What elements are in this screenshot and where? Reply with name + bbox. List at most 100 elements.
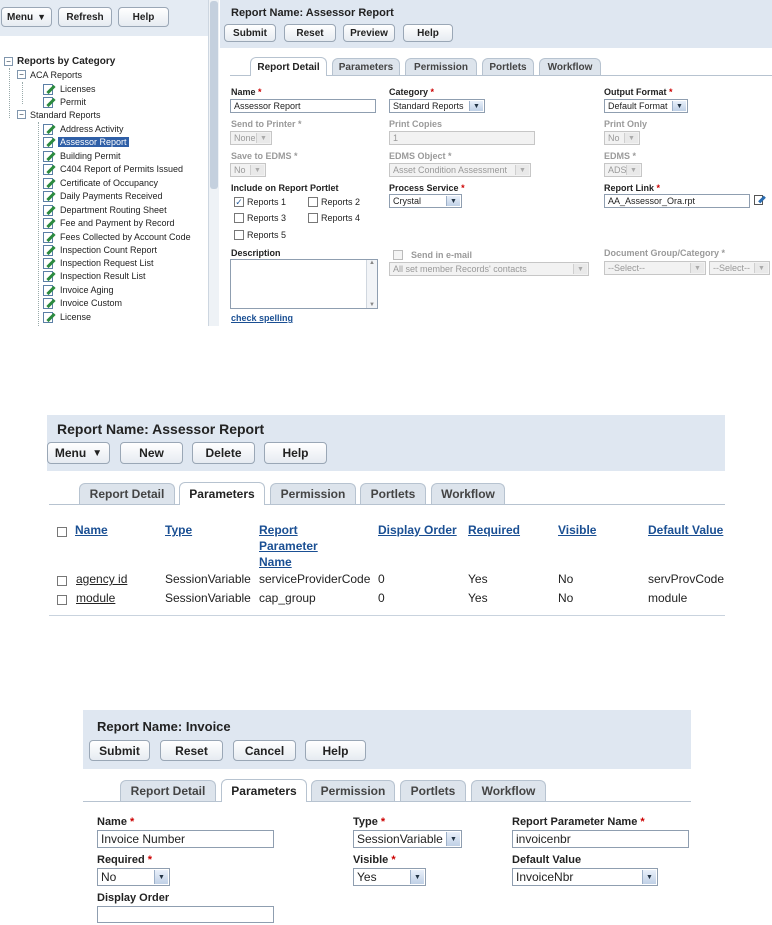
tree-item[interactable]: Certificate of Occupancy	[42, 176, 160, 189]
submit-button[interactable]: Submit	[89, 740, 150, 761]
column-header-visible[interactable]: Visible	[558, 522, 596, 538]
tree-item[interactable]: Fee and Payment by Record	[42, 216, 177, 229]
help-button[interactable]: Help	[264, 442, 327, 464]
portlet-checkbox-1[interactable]: ✓	[234, 197, 244, 207]
report-parameter-name-input[interactable]: invoicenbr	[512, 830, 689, 848]
tree-root[interactable]: − Reports by Category	[4, 55, 117, 68]
tree-group-standard[interactable]: − Standard Reports	[17, 108, 103, 121]
tab-report-detail[interactable]: Report Detail	[120, 780, 216, 801]
name-input[interactable]: Invoice Number	[97, 830, 274, 848]
menu-button[interactable]: Menu ▼	[47, 442, 110, 464]
refresh-button[interactable]: Refresh	[58, 7, 112, 27]
tab-workflow[interactable]: Workflow	[471, 780, 546, 801]
tree-item[interactable]: License	[42, 310, 93, 323]
tree-item[interactable]: Licenses	[42, 82, 98, 95]
report-icon	[42, 136, 56, 148]
tree-group-aca[interactable]: − ACA Reports	[17, 68, 84, 81]
submit-button[interactable]: Submit	[224, 24, 276, 42]
column-header-report-parameter-name[interactable]: Report Parameter Name	[259, 522, 333, 570]
scroll-up-icon[interactable]: ▲	[369, 260, 375, 266]
tree-item[interactable]: Department Routing Sheet	[42, 203, 169, 216]
name-input[interactable]: Assessor Report	[230, 99, 376, 113]
dropdown-arrow-icon[interactable]: ▼	[446, 832, 460, 846]
row-checkbox[interactable]	[57, 576, 67, 586]
description-textarea[interactable]	[230, 259, 378, 309]
tab-portlets[interactable]: Portlets	[360, 483, 426, 504]
column-header-type[interactable]: Type	[165, 522, 192, 538]
tab-permission[interactable]: Permission	[405, 58, 477, 75]
type-select[interactable]: SessionVariable ▼	[353, 830, 462, 848]
tree-item[interactable]: Fees Collected by Account Code	[42, 230, 193, 243]
help-button[interactable]: Help	[403, 24, 453, 42]
dropdown-arrow-icon[interactable]: ▼	[410, 870, 424, 884]
collapse-icon[interactable]: −	[17, 110, 26, 119]
category-select[interactable]: Standard Reports ▼	[389, 99, 485, 113]
edit-link-icon[interactable]	[754, 194, 766, 206]
label-text: Report Link	[604, 183, 655, 193]
scrollbar-thumb[interactable]	[210, 1, 218, 189]
column-header-name[interactable]: Name	[75, 522, 108, 538]
textarea-scrollbar[interactable]: ▲ ▼	[366, 260, 377, 308]
tab-permission[interactable]: Permission	[270, 483, 356, 504]
column-header-display-order[interactable]: Display Order	[378, 522, 457, 538]
portlet-checkbox-5[interactable]	[234, 230, 244, 240]
required-marker: *	[298, 119, 302, 129]
dropdown-arrow-icon[interactable]: ▼	[446, 196, 460, 206]
collapse-icon[interactable]: −	[17, 70, 26, 79]
cancel-button[interactable]: Cancel	[233, 740, 296, 761]
column-header-default-value[interactable]: Default Value	[648, 522, 723, 538]
row-checkbox[interactable]	[57, 595, 67, 605]
required-select[interactable]: No ▼	[97, 868, 170, 886]
check-spelling-link[interactable]: check spelling	[231, 313, 293, 323]
new-button[interactable]: New	[120, 442, 183, 464]
tree-item[interactable]: Invoice Custom	[42, 296, 124, 309]
collapse-icon[interactable]: −	[4, 57, 13, 66]
help-button[interactable]: Help	[305, 740, 366, 761]
tab-parameters[interactable]: Parameters	[221, 779, 307, 802]
output-format-select[interactable]: Default Format ▼	[604, 99, 688, 113]
portlet-checkbox-3[interactable]	[234, 213, 244, 223]
tree-item[interactable]: Invoice Aging	[42, 283, 116, 296]
tree-scrollbar[interactable]	[208, 0, 219, 326]
tree-item[interactable]: Permit	[42, 95, 88, 108]
default-value-select[interactable]: InvoiceNbr ▼	[512, 868, 658, 886]
tree-help-button[interactable]: Help	[118, 7, 169, 27]
tree-item-selected[interactable]: Assessor Report	[42, 135, 129, 148]
scroll-down-icon[interactable]: ▼	[369, 302, 375, 308]
menu-button[interactable]: Menu ▼	[1, 7, 52, 27]
tab-workflow[interactable]: Workflow	[431, 483, 505, 504]
tab-report-detail[interactable]: Report Detail	[250, 57, 327, 76]
tree-item[interactable]: C404 Report of Permits Issued	[42, 162, 185, 175]
tab-portlets[interactable]: Portlets	[400, 780, 466, 801]
tree-item[interactable]: Address Activity	[42, 122, 126, 135]
portlet-checkbox-2[interactable]	[308, 197, 318, 207]
display-order-input[interactable]	[97, 906, 274, 923]
dropdown-arrow-icon[interactable]: ▼	[642, 870, 656, 884]
tree-item[interactable]: Building Permit	[42, 149, 123, 162]
reset-button[interactable]: Reset	[284, 24, 336, 42]
tab-parameters[interactable]: Parameters	[179, 482, 265, 505]
tab-report-detail[interactable]: Report Detail	[79, 483, 175, 504]
tab-portlets[interactable]: Portlets	[482, 58, 534, 75]
visible-select[interactable]: Yes ▼	[353, 868, 426, 886]
tab-permission[interactable]: Permission	[311, 780, 395, 801]
tree-item[interactable]: Daily Payments Received	[42, 189, 165, 202]
tree-item[interactable]: Inspection Result List	[42, 269, 148, 282]
reset-button[interactable]: Reset	[160, 740, 223, 761]
portlet-checkbox-4[interactable]	[308, 213, 318, 223]
tree-item[interactable]: Inspection Request List	[42, 256, 156, 269]
dropdown-arrow-icon[interactable]: ▼	[469, 101, 483, 111]
process-service-select[interactable]: Crystal ▼	[389, 194, 462, 208]
report-link-input[interactable]: AA_Assessor_Ora.rpt	[604, 194, 750, 208]
delete-button[interactable]: Delete	[192, 442, 255, 464]
parameter-name-link[interactable]: module	[76, 591, 115, 605]
dropdown-arrow-icon[interactable]: ▼	[154, 870, 168, 884]
preview-button[interactable]: Preview	[343, 24, 395, 42]
parameter-name-link[interactable]: agency id	[76, 572, 127, 586]
dropdown-arrow-icon[interactable]: ▼	[672, 101, 686, 111]
column-header-required[interactable]: Required	[468, 522, 520, 538]
select-all-checkbox[interactable]	[57, 527, 67, 537]
tab-workflow[interactable]: Workflow	[539, 58, 601, 75]
tab-parameters[interactable]: Parameters	[332, 58, 400, 75]
tree-item[interactable]: Inspection Count Report	[42, 243, 159, 256]
